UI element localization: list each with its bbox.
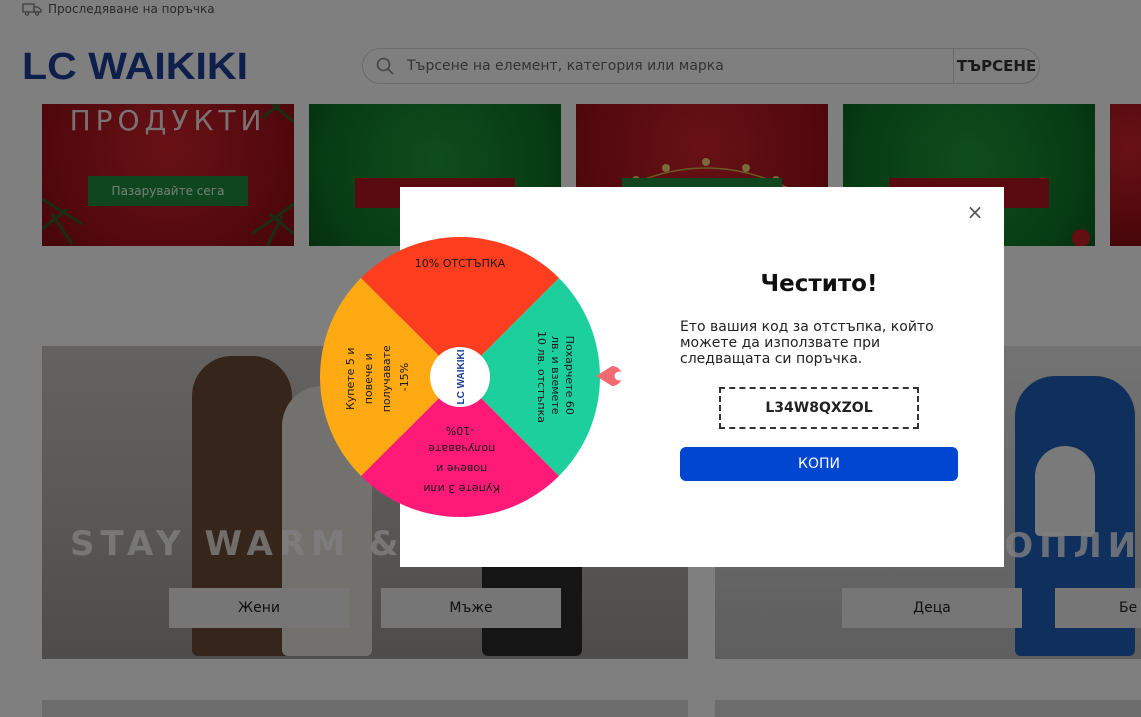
modal-title: Честито! xyxy=(760,271,878,297)
copy-button[interactable]: КОПИ xyxy=(680,447,958,481)
modal-description: Ето вашия код за отстъпка, който можете … xyxy=(680,319,934,367)
close-icon[interactable]: × xyxy=(964,200,986,224)
discount-code[interactable]: L34W8QXZOL xyxy=(719,387,919,429)
page: Проследяване на поръчка LC WAIKIKI ТЪРСЕ… xyxy=(0,0,1141,717)
prize-wheel: 10% ОТСТЪПКА Похарчете 60 лв. и вземете … xyxy=(320,237,600,517)
wheel-pointer-icon xyxy=(596,366,624,386)
wheel-label-right: Похарчете 60 лв. и вземете 10 лв. отстъп… xyxy=(535,331,576,423)
wheel-hub-logo: LC WAIKIKI xyxy=(456,349,467,404)
wheel-label-top: 10% ОТСТЪПКА xyxy=(415,257,506,270)
